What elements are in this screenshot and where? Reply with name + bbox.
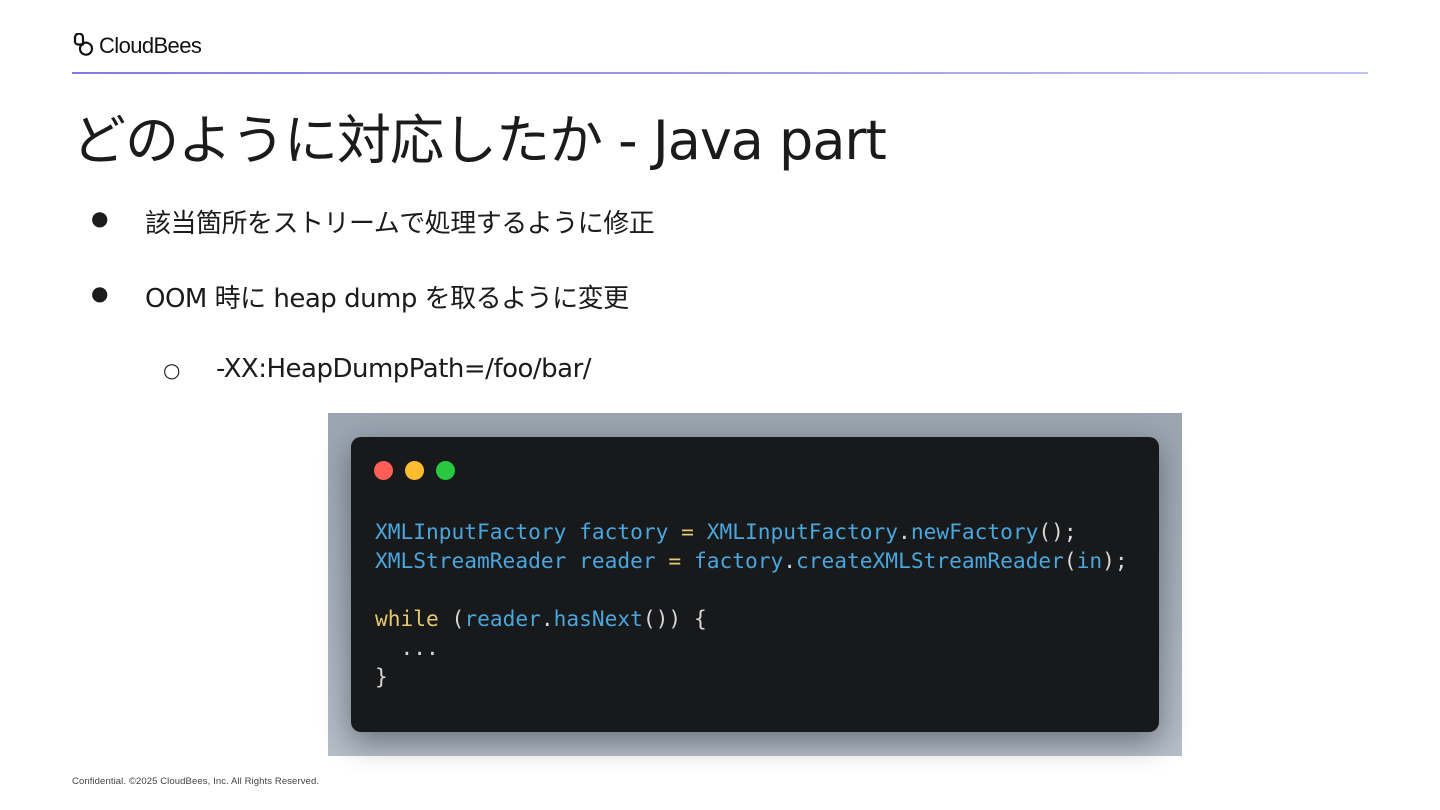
close-light-icon <box>374 461 393 480</box>
code-line: XMLStreamReader reader = factory.createX… <box>375 548 1128 573</box>
cloudbees-logo-icon <box>73 33 94 56</box>
window-controls <box>374 461 455 480</box>
logo-wordmark: CloudBees <box>99 33 202 58</box>
zoom-light-icon <box>436 461 455 480</box>
bullet-item: OOM 時に heap dump を取るように変更 <box>145 284 629 314</box>
footer-copyright: Confidential. ©2025 CloudBees, Inc. All … <box>72 776 320 787</box>
code-block: XMLInputFactory factory = XMLInputFactor… <box>375 517 1128 691</box>
code-screenshot: XMLInputFactory factory = XMLInputFactor… <box>328 413 1182 756</box>
code-line: XMLInputFactory factory = XMLInputFactor… <box>375 519 1077 544</box>
minimize-light-icon <box>405 461 424 480</box>
code-line: ... <box>375 635 439 660</box>
code-window: XMLInputFactory factory = XMLInputFactor… <box>351 437 1159 732</box>
sub-bullet-marker: ○ <box>163 358 181 382</box>
code-line: while (reader.hasNext()) { <box>375 606 707 631</box>
cloudbees-logo: CloudBees <box>72 33 202 59</box>
bullet-marker: ● <box>91 281 109 305</box>
slide-title: どのように対応したか - Java part <box>72 109 887 172</box>
bullet-marker: ● <box>91 206 109 230</box>
header-divider <box>72 72 1368 74</box>
bullet-item: 該当箇所をストリームで処理するように修正 <box>145 209 655 239</box>
sub-bullet-item: -XX:HeapDumpPath=/foo/bar/ <box>216 354 592 384</box>
code-line: } <box>375 664 388 689</box>
